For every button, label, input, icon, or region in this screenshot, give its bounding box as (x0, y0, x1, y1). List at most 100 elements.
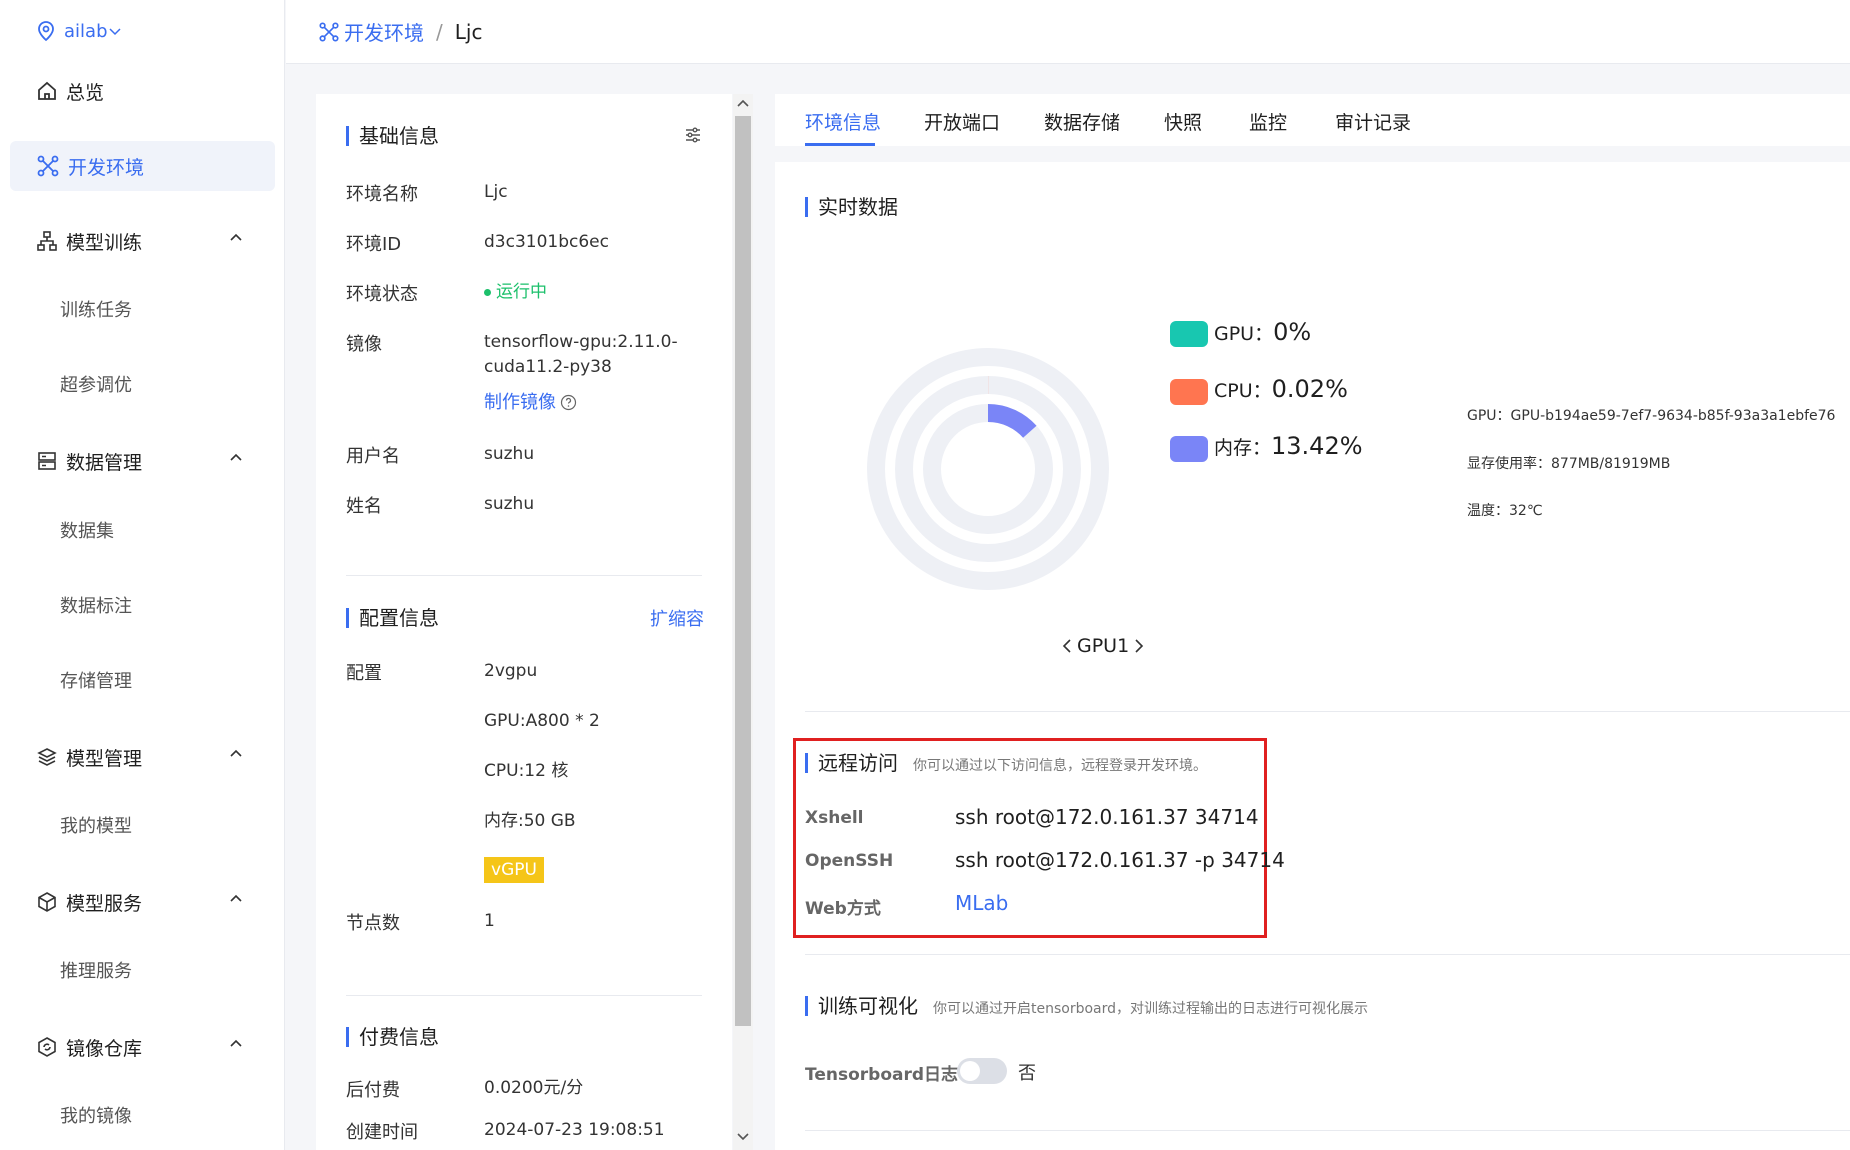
created-time-label: 创建时间 (346, 1122, 418, 1143)
sidebar-subitem-my-models[interactable]: 我的模型 (60, 812, 132, 838)
breadcrumb-current: Ljc (454, 19, 483, 44)
sidebar-item-dev-env[interactable]: 开发环境 (10, 141, 275, 191)
tab-snapshot[interactable]: 快照 (1164, 108, 1202, 135)
nodes-label: 节点数 (346, 913, 400, 934)
sidebar-item-overview[interactable]: 总览 (10, 66, 275, 116)
sidebar-item-label: 模型训练 (66, 231, 143, 254)
section-title-basic: 基础信息 (346, 126, 439, 146)
sidebar-item-image-repo[interactable]: 镜像仓库 (10, 1022, 275, 1072)
viz-hint: 你可以通过开启tensorboard，对训练过程输出的日志进行可视化展示 (933, 1001, 1369, 1017)
legend-swatch-gpu (1170, 321, 1208, 347)
xshell-command: ssh root@172.0.161.37 34714 (955, 805, 1259, 829)
env-id-label: 环境ID (346, 234, 402, 255)
sidebar-subitem-datasets[interactable]: 数据集 (60, 517, 114, 543)
usage-ring-chart (867, 348, 1109, 590)
sidebar: ailab 总览 开发环境 模型训练 训练任务 超参调优 数据管理 数据集 数据… (0, 0, 285, 1150)
layers-icon (37, 748, 57, 766)
vgpu-badge: vGPU (484, 857, 544, 883)
make-image-label: 制作镜像 (484, 392, 556, 413)
sidebar-item-model-training[interactable]: 模型训练 (10, 216, 275, 266)
openssh-label: OpenSSH (805, 851, 894, 871)
expand-link[interactable]: 扩缩容 (650, 605, 704, 631)
chevron-up-icon (230, 749, 242, 757)
env-info-content: 实时数据 GPU：0% CPU：0.02% 内存：13.42% GPU：GPU-… (775, 162, 1850, 1150)
gpu-switcher-label: GPU1 (1077, 635, 1130, 657)
breadcrumb-parent-label: 开发环境 (344, 21, 424, 45)
chevron-up-icon (230, 894, 242, 902)
sidebar-subitem-training-tasks[interactable]: 训练任务 (60, 296, 132, 322)
sidebar-item-label: 开发环境 (68, 156, 145, 179)
fullname-value: suzhu (484, 494, 535, 514)
gpu-temperature: 温度：32℃ (1467, 503, 1543, 519)
legend-cpu-value: 0.02% (1271, 375, 1348, 403)
tab-open-ports[interactable]: 开放端口 (924, 108, 1000, 135)
config-value: 2vgpu (484, 661, 538, 681)
active-tab-indicator (805, 143, 875, 146)
sidebar-subitem-data-annotation[interactable]: 数据标注 (60, 592, 132, 618)
settings-sliders-icon[interactable] (684, 126, 702, 144)
billing-price-value: 0.0200元/分 (484, 1078, 584, 1098)
workspace-selector[interactable]: ailab (36, 20, 130, 42)
legend-gpu: GPU：0% (1214, 318, 1311, 346)
tab-bar: 环境信息 开放端口 数据存储 快照 监控 审计记录 (775, 94, 1850, 146)
sidebar-item-model-management[interactable]: 模型管理 (10, 732, 275, 782)
sidebar-subitem-hyperparam-tuning[interactable]: 超参调优 (60, 371, 132, 397)
legend-gpu-label: GPU： (1214, 323, 1274, 345)
gpu-switcher: GPU1 (1061, 635, 1145, 657)
tab-env-info[interactable]: 环境信息 (805, 108, 881, 135)
divider (805, 1130, 1850, 1131)
image-label: 镜像 (346, 334, 382, 355)
section-title-config: 配置信息 (346, 608, 439, 628)
scroll-down-icon[interactable] (737, 1132, 749, 1142)
remote-hint: 你可以通过以下访问信息，远程登录开发环境。 (913, 758, 1207, 774)
sidebar-item-model-service[interactable]: 模型服务 (10, 877, 275, 927)
divider (805, 711, 1850, 712)
home-icon (38, 81, 56, 100)
tab-data-storage[interactable]: 数据存储 (1044, 108, 1120, 135)
username-value: suzhu (484, 444, 535, 464)
env-name-label: 环境名称 (346, 184, 418, 205)
status-badge: 运行中 (484, 280, 547, 305)
config-gpu: GPU:A800 * 2 (484, 711, 600, 731)
help-circle-icon[interactable] (560, 394, 577, 411)
sidebar-subitem-storage[interactable]: 存储管理 (60, 667, 132, 693)
divider (346, 995, 702, 996)
fullname-label: 姓名 (346, 496, 382, 517)
tensorboard-toggle-state: 否 (1018, 1063, 1036, 1084)
repo-icon (38, 1037, 56, 1057)
dev-env-icon (319, 21, 339, 42)
sidebar-subitem-inference[interactable]: 推理服务 (60, 957, 132, 983)
env-name-value: Ljc (484, 182, 508, 202)
breadcrumb-parent[interactable]: 开发环境 (318, 17, 424, 46)
username-label: 用户名 (346, 446, 400, 467)
sidebar-item-label: 数据管理 (66, 451, 143, 474)
sidebar-subitem-my-images[interactable]: 我的镜像 (60, 1102, 132, 1128)
tab-audit[interactable]: 审计记录 (1335, 108, 1411, 135)
legend-memory: 内存：13.42% (1214, 432, 1363, 460)
config-label: 配置 (346, 663, 382, 684)
info-panel: 基础信息 环境名称 Ljc 环境ID d3c3101bc6ec 环境状态 运行中… (316, 94, 732, 1150)
tab-monitor[interactable]: 监控 (1249, 108, 1287, 135)
breadcrumb-separator: / (436, 19, 443, 44)
make-image-link[interactable]: 制作镜像 (484, 390, 577, 415)
sidebar-item-data-management[interactable]: 数据管理 (10, 436, 275, 486)
status-dot (484, 289, 491, 296)
section-title-remote: 远程访问 (805, 753, 898, 773)
cube-icon (38, 892, 56, 912)
nodes-value: 1 (484, 911, 495, 931)
tensorboard-toggle[interactable] (957, 1058, 1007, 1084)
hierarchy-icon (37, 231, 57, 251)
config-cpu: CPU:12 核 (484, 761, 569, 781)
chevron-up-icon (230, 1039, 242, 1047)
legend-swatch-memory (1170, 436, 1208, 462)
chevron-right-icon[interactable] (1133, 638, 1145, 654)
gpu-uuid: GPU：GPU-b194ae59-7ef7-9634-b85f-93a3a1eb… (1467, 408, 1836, 424)
scroll-up-icon[interactable] (737, 98, 749, 108)
divider (346, 575, 702, 576)
created-time-value: 2024-07-23 19:08:51 (484, 1120, 665, 1140)
web-label: Web方式 (805, 899, 881, 919)
chevron-left-icon[interactable] (1061, 638, 1073, 654)
mlab-link[interactable]: MLab (955, 891, 1008, 915)
scrollbar-thumb[interactable] (735, 116, 751, 1026)
legend-memory-value: 13.42% (1271, 432, 1363, 460)
